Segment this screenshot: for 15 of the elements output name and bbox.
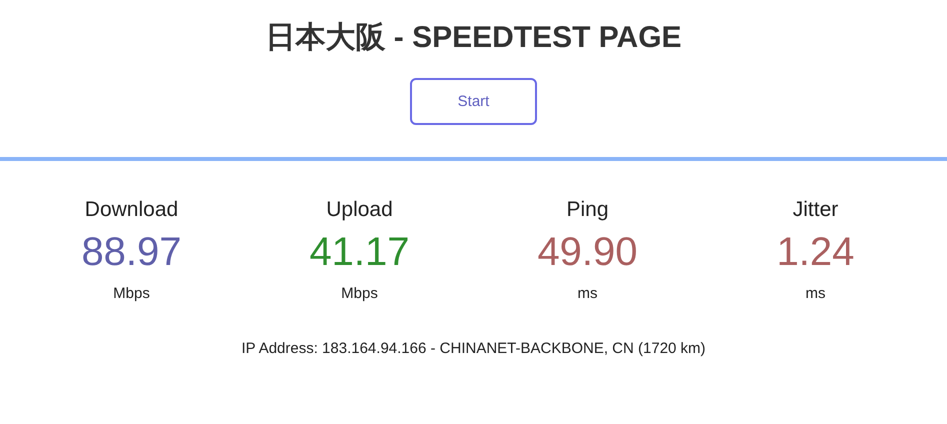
metric-unit: Mbps — [113, 285, 150, 302]
metric-value: 41.17 — [309, 229, 410, 276]
metric-label: Download — [84, 197, 178, 223]
metric-label: Ping — [566, 197, 609, 223]
metric-label: Jitter — [792, 197, 838, 223]
metric-value: 1.24 — [776, 229, 854, 276]
start-button[interactable]: Start — [410, 78, 537, 125]
metric-value: 88.97 — [81, 229, 182, 276]
page-title: 日本大阪 - SPEEDTEST PAGE — [265, 20, 682, 56]
ip-address-text: IP Address: 183.164.94.166 - CHINANET-BACKBONE, CN (1720 km) — [241, 340, 706, 357]
metric-value: 49.90 — [537, 229, 638, 276]
metric-unit: ms — [806, 285, 826, 302]
metric-unit: Mbps — [341, 285, 378, 302]
metric-label: Upload — [326, 197, 393, 223]
metric-unit: ms — [578, 285, 598, 302]
